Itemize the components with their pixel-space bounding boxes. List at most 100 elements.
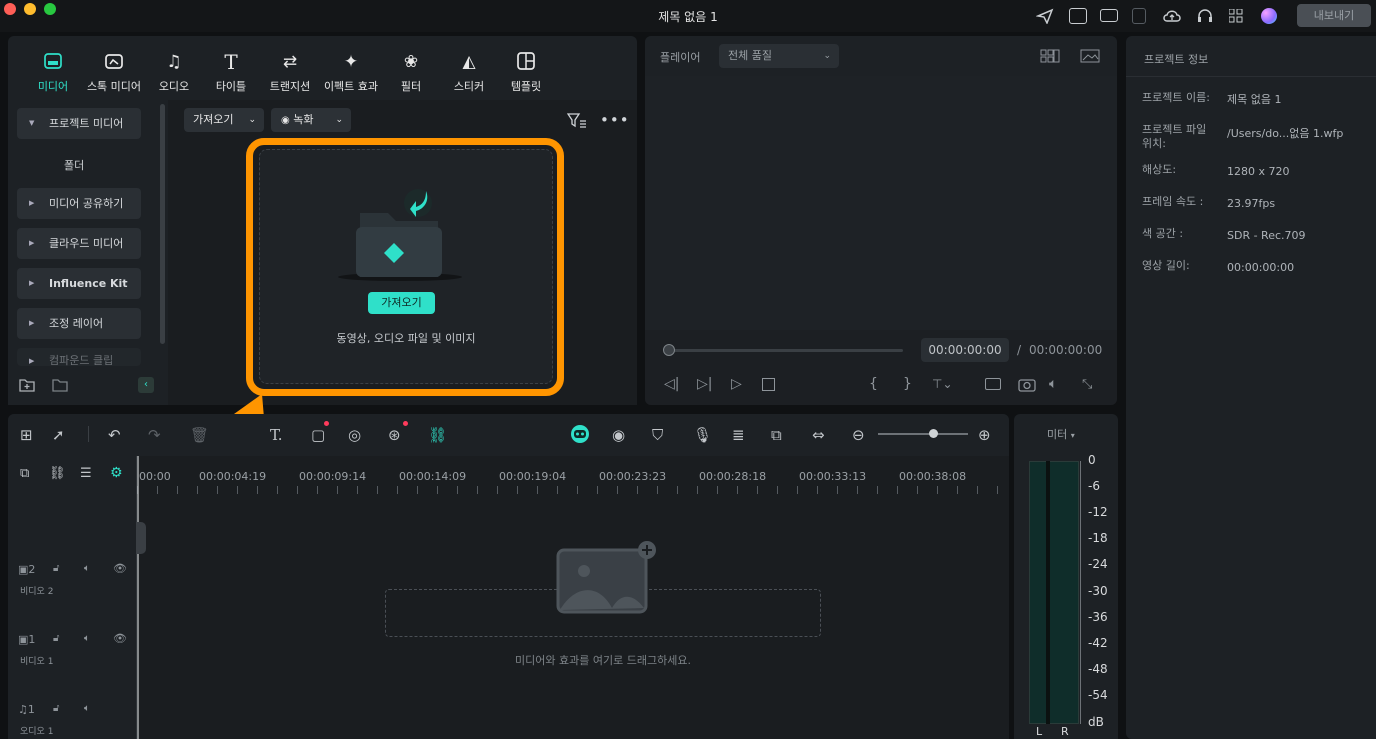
tab-audio[interactable]: ♫ 오디오	[154, 52, 194, 94]
headset-icon[interactable]	[1196, 8, 1214, 24]
mark-out-icon[interactable]: }	[903, 376, 912, 392]
zoom-out-icon[interactable]: ⊖	[852, 426, 865, 444]
screen-record-icon[interactable]: ⧉	[771, 426, 782, 444]
channel-left-label: L	[1036, 725, 1043, 738]
playback-settings-icon[interactable]: ◉	[612, 426, 625, 444]
audio-list-icon[interactable]: ≣	[732, 426, 745, 444]
filter-sort-icon[interactable]	[567, 112, 587, 128]
sidebar-item-adjustment-layer[interactable]: ▶ 조정 레이어	[17, 308, 141, 339]
ruler-tick-label: 00:00:04:19	[199, 470, 267, 483]
volume-icon[interactable]: 🔈︎	[1049, 376, 1057, 392]
lock-icon[interactable]: 🔓︎	[53, 563, 59, 574]
select-pointer-icon[interactable]: ➚	[52, 426, 65, 444]
sidebar-item-share-media[interactable]: ▶ 미디어 공유하기	[17, 188, 141, 219]
lock-icon[interactable]: 🔓︎	[53, 633, 59, 644]
collapse-handle[interactable]	[136, 522, 146, 554]
sidebar-item-folder[interactable]: 폴더	[64, 157, 84, 173]
volume-icon[interactable]: 🔈︎	[84, 633, 90, 644]
display-icon[interactable]	[985, 378, 1001, 390]
shield-icon[interactable]: ⛉	[652, 426, 663, 444]
link-tracks-icon[interactable]: ⛓︎	[49, 466, 66, 481]
stop-icon[interactable]	[762, 378, 775, 391]
ruler-tick-label: 00:00:28:18	[699, 470, 767, 483]
timeline-playhead[interactable]	[137, 456, 139, 739]
play-icon[interactable]: ▷	[731, 376, 742, 392]
tab-templates[interactable]: 템플릿	[508, 52, 544, 94]
cloud-upload-icon[interactable]	[1162, 8, 1182, 24]
layout-icon[interactable]	[1100, 9, 1118, 22]
track-headers	[8, 456, 136, 739]
meter-scale-label: 0	[1088, 453, 1096, 467]
zoom-slider-handle[interactable]	[929, 429, 938, 438]
zoom-in-icon[interactable]: ⊕	[978, 426, 991, 444]
track-manager-icon[interactable]: ☰	[80, 466, 92, 481]
eye-icon[interactable]: 👁︎	[113, 632, 127, 645]
tab-stickers[interactable]: ◭ 스티커	[450, 52, 488, 94]
quality-dropdown[interactable]: 전체 품질 ⌄	[719, 44, 839, 68]
volume-icon[interactable]: 🔈︎	[84, 563, 90, 574]
fullscreen-icon[interactable]: ⤡	[1082, 377, 1092, 392]
video-track-1-header: ▣1	[18, 633, 36, 646]
tab-filters[interactable]: ❀ 필터	[396, 52, 426, 94]
volume-icon[interactable]: 🔈︎	[84, 703, 90, 714]
mark-in-icon[interactable]: {	[869, 376, 878, 392]
add-track-icon[interactable]: ⧉	[20, 466, 29, 481]
sidebar-item-influence-kit[interactable]: ▶ Influence Kit	[17, 268, 141, 299]
crop-icon[interactable]: ▢	[311, 426, 325, 444]
ai-robot-icon[interactable]	[569, 424, 591, 444]
task-list-icon[interactable]	[1069, 8, 1087, 24]
meter-dropdown[interactable]: 미터 ▾	[1047, 426, 1075, 442]
lock-icon[interactable]: 🔓︎	[53, 703, 59, 714]
camera-icon[interactable]	[1018, 377, 1036, 392]
more-options-icon[interactable]: •••	[600, 111, 630, 129]
playback-progress[interactable]	[669, 349, 903, 352]
tab-transitions[interactable]: ⇄ 트랜지션	[264, 52, 316, 94]
snap-icon[interactable]: ⚙	[110, 465, 123, 481]
folder-import-icon[interactable]	[52, 378, 68, 392]
sidebar-item-compound-clip[interactable]: ▶ 컴파운드 클립	[17, 348, 141, 366]
fit-timeline-icon[interactable]: ⇔	[812, 426, 825, 444]
play-reverse-icon[interactable]: ▷|	[697, 376, 712, 392]
export-button[interactable]: 내보내기	[1297, 4, 1371, 27]
layout-grid-icon[interactable]: ⊞	[20, 426, 33, 444]
import-dropdown[interactable]: 가져오기 ⌄	[184, 108, 264, 132]
redo-icon[interactable]: ↷	[148, 426, 161, 444]
sidebar-item-cloud-media[interactable]: ▶ 클라우드 미디어	[17, 228, 141, 259]
new-folder-icon[interactable]	[19, 378, 35, 392]
save-icon[interactable]	[1132, 8, 1146, 24]
record-dropdown[interactable]: ◉ 녹화 ⌄	[271, 108, 351, 132]
tab-titles[interactable]: T 타이틀	[211, 52, 251, 94]
prev-frame-icon[interactable]: ◁|	[664, 376, 679, 392]
tab-stock-media[interactable]: 스톡 미디어	[84, 52, 144, 94]
grid-view-icon[interactable]	[1040, 49, 1060, 63]
picture-icon[interactable]	[1080, 49, 1100, 63]
tab-label: 타이틀	[215, 80, 247, 93]
meter-scale-label: -54	[1088, 688, 1108, 702]
sidebar-item-project-media[interactable]: ▼ 프로젝트 미디어	[17, 108, 141, 139]
apps-grid-icon[interactable]	[1229, 9, 1243, 23]
delete-icon[interactable]: 🗑︎	[190, 426, 209, 444]
current-time[interactable]: 00:00:00:00	[921, 338, 1009, 362]
track-label: 오디오 1	[20, 727, 54, 737]
undo-icon[interactable]: ↶	[108, 426, 121, 444]
link-icon[interactable]: ⛓︎	[428, 426, 447, 444]
add-text-icon[interactable]: T.	[270, 426, 283, 444]
send-icon[interactable]	[1036, 8, 1054, 24]
eye-icon[interactable]: 👁︎	[113, 562, 127, 575]
info-value-colorspace: SDR - Rec.709	[1227, 229, 1306, 242]
ai-effect-icon[interactable]: ⊛	[388, 426, 401, 444]
tab-media[interactable]: 미디어	[32, 52, 74, 94]
tab-effects[interactable]: ✦ 이펙트 효과	[320, 52, 382, 94]
sidebar-scrollbar[interactable]	[160, 104, 165, 344]
toolbar-divider	[88, 426, 89, 442]
collapse-sidebar-button[interactable]: ‹	[138, 377, 154, 393]
player-controls-bg	[645, 330, 1117, 405]
zoom-slider[interactable]	[878, 433, 968, 435]
info-value-resolution: 1280 x 720	[1227, 165, 1290, 178]
preview-canvas[interactable]	[645, 76, 1117, 330]
color-palette-icon[interactable]: ◎	[348, 426, 361, 444]
playhead-handle[interactable]	[663, 344, 675, 356]
insert-clip-icon[interactable]: ⊤⌄	[932, 377, 953, 391]
microphone-icon[interactable]: 🎙︎	[693, 426, 712, 444]
avatar[interactable]	[1261, 8, 1277, 24]
